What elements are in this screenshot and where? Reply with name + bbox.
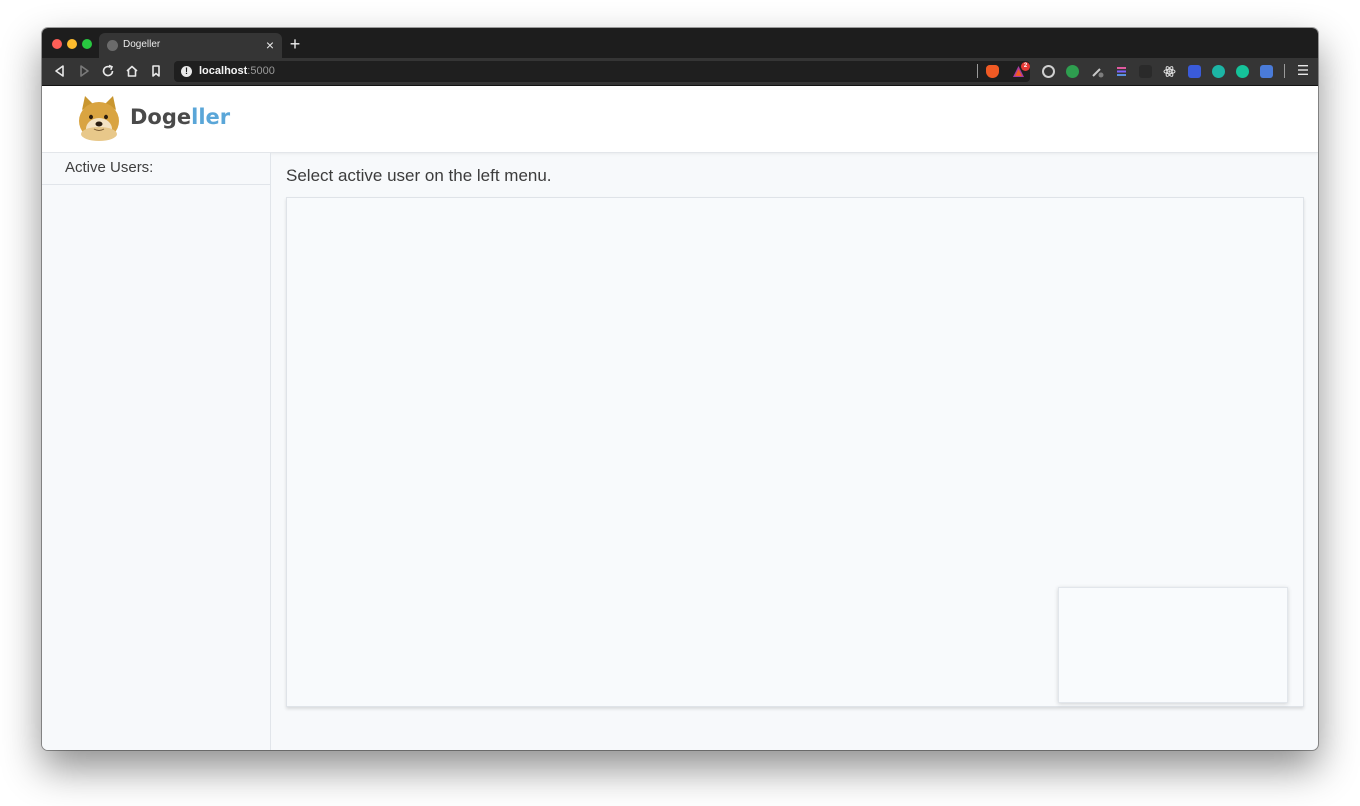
remote-video-panel (286, 197, 1304, 707)
browser-toolbar: ! localhost:5000 2 (42, 58, 1318, 86)
brave-rewards-icon[interactable]: 2 (1012, 62, 1030, 78)
toolbar-divider (1284, 64, 1285, 78)
window-minimize-button[interactable] (67, 39, 77, 49)
dark-extension-icon[interactable] (1139, 65, 1152, 78)
bookmark-button[interactable] (148, 63, 164, 79)
sidebar-title: Active Users: (65, 159, 154, 176)
eyedropper-extension-icon[interactable] (1091, 65, 1104, 78)
url-host: localhost (199, 65, 248, 77)
address-bar[interactable]: ! localhost:5000 (174, 61, 1030, 82)
window-close-button[interactable] (52, 39, 62, 49)
reload-icon (102, 64, 114, 77)
green-extension-icon[interactable] (1066, 65, 1079, 78)
back-button[interactable] (52, 63, 68, 79)
grammarly-icon[interactable] (1236, 65, 1249, 78)
stack-extension-icon[interactable] (1115, 65, 1128, 78)
url-text[interactable]: localhost:5000 (199, 65, 275, 77)
globe-icon (107, 40, 118, 51)
teal-extension-icon[interactable] (1212, 65, 1225, 78)
forward-button[interactable] (76, 63, 92, 79)
notification-badge: 2 (1021, 62, 1030, 71)
toolbar-divider (977, 64, 978, 78)
bookmark-icon (152, 65, 160, 77)
info-icon[interactable]: ! (181, 66, 192, 77)
active-users-sidebar: Active Users: (42, 153, 271, 750)
brand-logo-text[interactable]: Dogeller (130, 105, 230, 129)
browser-tab[interactable]: Dogeller × (99, 33, 282, 58)
window-maximize-button[interactable] (82, 39, 92, 49)
target-extension-icon[interactable] (1042, 65, 1055, 78)
back-arrow-icon (55, 65, 64, 77)
doge-logo-icon (79, 96, 119, 141)
info-extension-icon[interactable] (1188, 65, 1201, 78)
home-button[interactable] (124, 63, 140, 79)
url-port: :5000 (247, 65, 275, 77)
instruction-text: Select active user on the left menu. (286, 166, 552, 185)
home-icon (126, 65, 138, 77)
tab-strip: Dogeller × + (42, 28, 1318, 58)
new-tab-button[interactable]: + (288, 33, 302, 55)
hamburger-menu-icon[interactable] (1298, 64, 1308, 79)
app-header: Dogeller (42, 86, 1318, 153)
main-content: Select active user on the left menu. (271, 153, 1318, 750)
forward-arrow-icon (80, 65, 89, 77)
brave-shield-icon[interactable] (986, 65, 999, 78)
brand-text-primary: Doge (130, 105, 192, 129)
reload-button[interactable] (100, 63, 116, 79)
brand-text-accent: ller (191, 105, 231, 129)
local-video-preview (1058, 587, 1288, 703)
tab-title: Dogeller (123, 39, 161, 50)
react-devtools-icon[interactable] (1163, 65, 1176, 78)
close-tab-icon[interactable]: × (264, 36, 276, 54)
translate-extension-icon[interactable] (1260, 65, 1273, 78)
browser-window: Dogeller × + ! localhost:5000 2 Dogeller… (42, 28, 1318, 750)
sidebar-header: Active Users: (42, 153, 270, 185)
